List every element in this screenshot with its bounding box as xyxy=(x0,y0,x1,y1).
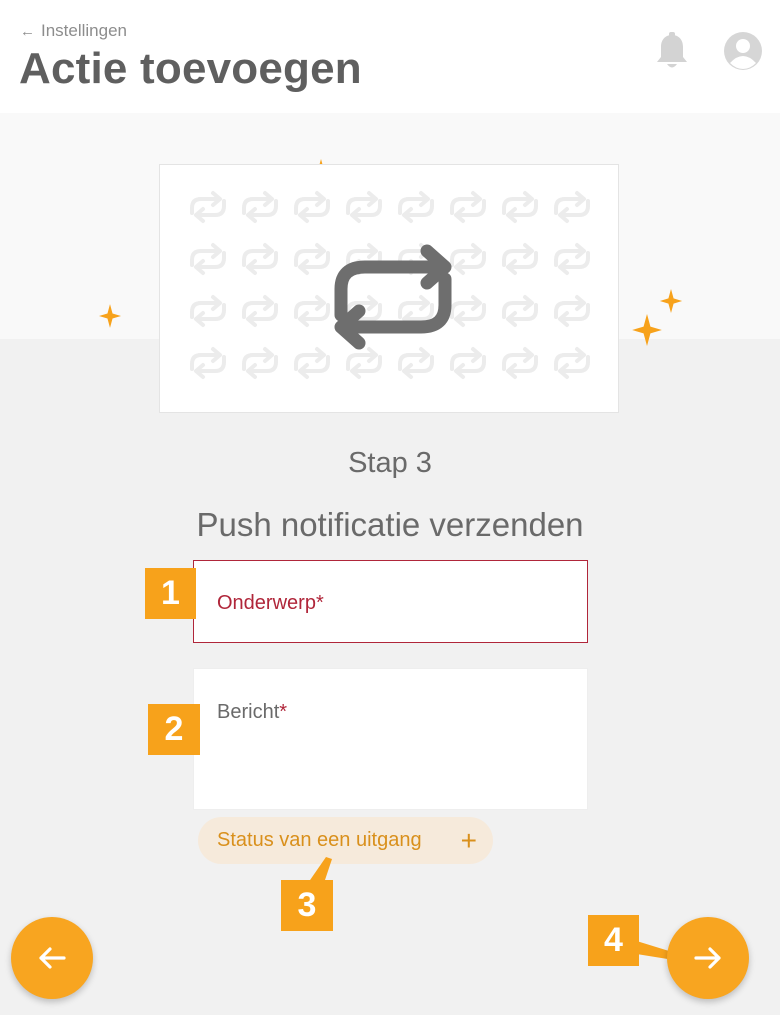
repeat-pattern-glyph xyxy=(242,243,278,275)
repeat-pattern-glyph xyxy=(346,347,382,379)
message-field[interactable]: Bericht* xyxy=(193,668,588,810)
repeat-pattern-glyph xyxy=(190,191,226,223)
annotation-badge-1: 1 xyxy=(145,568,196,619)
repeat-icon xyxy=(334,244,452,350)
sparkle-icon xyxy=(659,289,683,313)
repeat-pattern-glyph xyxy=(450,191,486,223)
repeat-pattern-glyph xyxy=(554,295,590,327)
repeat-pattern-glyph xyxy=(554,191,590,223)
repeat-pattern-glyph xyxy=(502,295,538,327)
repeat-pattern-glyph xyxy=(294,191,330,223)
arrow-right-icon xyxy=(694,947,721,969)
step-label: Stap 3 xyxy=(348,447,432,479)
repeat-pattern-glyph xyxy=(450,243,486,275)
sparkle-icon xyxy=(99,304,121,328)
add-exit-status-button[interactable]: Status van een uitgang + xyxy=(198,817,493,864)
user-avatar-icon[interactable] xyxy=(723,31,763,71)
repeat-pattern-glyph xyxy=(554,347,590,379)
repeat-pattern-glyph xyxy=(190,347,226,379)
page-header: ← Instellingen Actie toevoegen xyxy=(0,0,780,113)
subject-field[interactable]: Onderwerp* xyxy=(193,560,588,643)
bell-icon[interactable] xyxy=(654,32,690,72)
annotation-badge-3: 3 xyxy=(281,880,333,931)
add-exit-status-label: Status van een uitgang xyxy=(217,829,422,851)
repeat-pattern-glyph xyxy=(190,243,226,275)
sparkle-icon xyxy=(632,314,662,346)
repeat-pattern-glyph xyxy=(450,347,486,379)
repeat-pattern-glyph xyxy=(502,347,538,379)
plus-icon: + xyxy=(460,825,477,856)
repeat-pattern-glyph xyxy=(190,295,226,327)
repeat-pattern-glyph xyxy=(294,243,330,275)
repeat-pattern-glyph xyxy=(398,191,434,223)
subject-field-label: Onderwerp* xyxy=(217,592,324,614)
next-step-button[interactable] xyxy=(667,917,749,999)
previous-step-button[interactable] xyxy=(11,917,93,999)
repeat-pattern-glyph xyxy=(450,295,486,327)
back-link-instellingen[interactable]: ← Instellingen xyxy=(20,21,127,41)
arrow-left-icon xyxy=(39,947,66,969)
repeat-pattern-glyph xyxy=(502,243,538,275)
repeat-pattern-glyph xyxy=(346,191,382,223)
repeat-pattern-glyph xyxy=(554,243,590,275)
message-field-label: Bericht* xyxy=(217,701,288,723)
repeat-pattern-glyph xyxy=(242,295,278,327)
annotation-badge-2: 2 xyxy=(148,704,200,755)
page-title: Actie toevoegen xyxy=(19,44,362,93)
arrow-left-icon: ← xyxy=(20,22,35,40)
repeat-pattern-glyph xyxy=(294,347,330,379)
repeat-pattern-glyph xyxy=(242,191,278,223)
badge-3-pointer xyxy=(308,857,332,883)
repeat-illustration xyxy=(159,164,619,413)
repeat-pattern-glyph xyxy=(398,347,434,379)
repeat-pattern-glyph xyxy=(294,295,330,327)
repeat-pattern-glyph xyxy=(502,191,538,223)
annotation-badge-4: 4 xyxy=(588,915,639,966)
step-title: Push notificatie verzenden xyxy=(196,506,584,543)
back-link-label: Instellingen xyxy=(41,21,128,40)
repeat-pattern-glyph xyxy=(242,347,278,379)
repeat-pattern xyxy=(190,191,590,379)
